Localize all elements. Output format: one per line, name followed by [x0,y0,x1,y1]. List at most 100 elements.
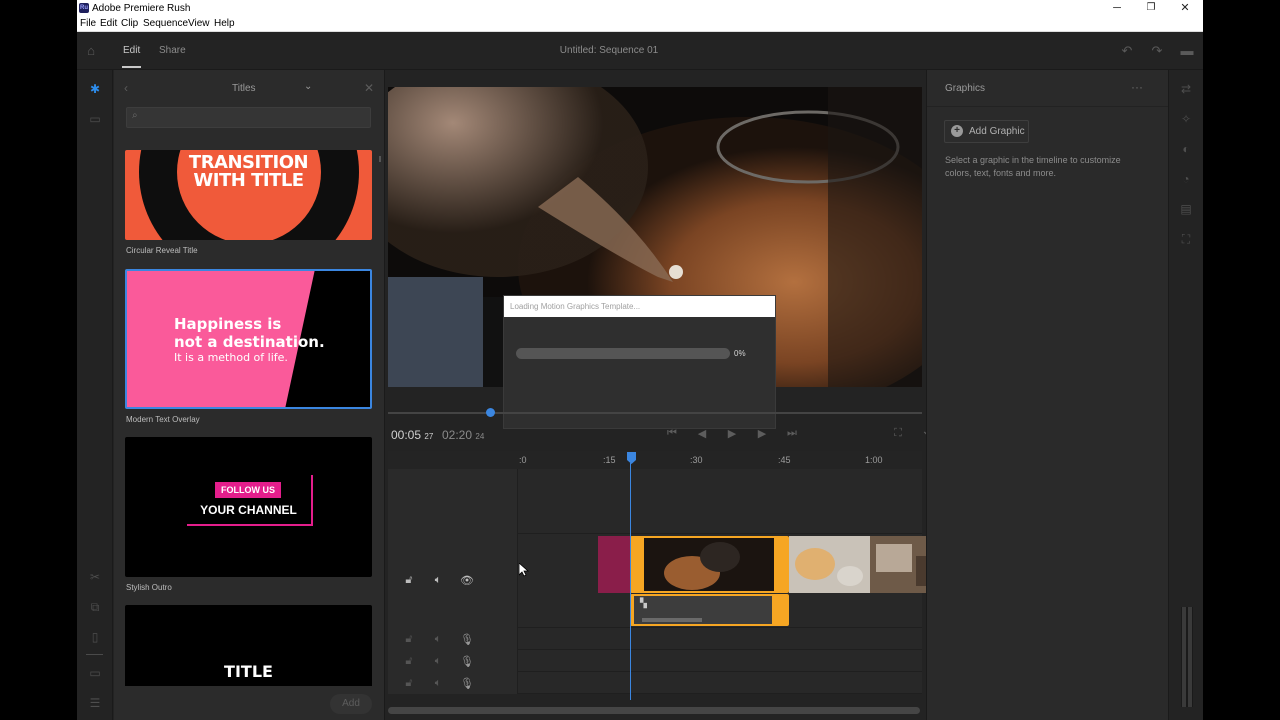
ruler-label: :0 [519,455,527,465]
titles-list-scrollbar[interactable] [379,156,381,162]
editor-center: Loading Motion Graphics Template... 0% 0… [386,70,1000,720]
step-back-icon[interactable]: ◀ [694,427,710,440]
current-timecode: 00:05 27 [391,428,434,442]
speaker-icon[interactable]: 🔈︎ [431,677,445,690]
duration-timecode: 02:20 24 [442,428,485,442]
duplicate-icon[interactable]: ⧉ [85,598,105,616]
menu-view[interactable]: View [188,18,210,29]
microphone-icon[interactable]: 🎙︎ [460,655,474,668]
lock-icon[interactable]: 🔓︎ [402,633,416,646]
transitions-icon[interactable]: ⇄ [1176,80,1196,98]
crop-icon[interactable]: ⛶ [890,427,906,440]
active-tab-indicator [122,66,141,68]
ruler-label: :30 [690,455,703,465]
play-icon[interactable]: ▶ [724,427,740,440]
preview-text: It is a method of life. [174,351,288,364]
step-forward-icon[interactable]: ▶ [754,427,770,440]
screen: Ru Adobe Premiere Rush ─ ❐ ✕ File Edit C… [0,0,1280,720]
microphone-icon[interactable]: 🎙︎ [460,633,474,646]
preview-text: WITH TITLE [193,170,304,191]
minimize-icon[interactable]: ─ [1107,1,1127,15]
titles-panel-header: ‹ Titles ⌄ ✕ [114,70,385,106]
left-tool-rail: ✱ ▭ ✂ ⧉ ▯ ▭ ☰ [77,70,113,720]
add-graphic-button[interactable]: + Add Graphic [944,120,1029,143]
title-clip[interactable] [598,536,630,593]
go-to-end-icon[interactable]: ⏭ [784,427,800,440]
redo-icon[interactable]: ↷ [1148,42,1166,60]
graphics-help-text: Select a graphic in the timeline to cust… [945,155,1121,178]
plus-icon: + [951,125,963,137]
back-chevron-icon[interactable]: ‹ [124,81,128,95]
titles-search-input[interactable] [126,107,371,128]
app-header: ⌂ Edit Share Untitled: Sequence 01 ↶ ↷ ▬ [77,32,1203,70]
menu-file[interactable]: File [80,18,96,29]
transform-icon[interactable]: ⛶ [1176,230,1196,248]
lock-icon[interactable]: 🔓︎ [402,677,416,690]
loading-progress-bar [516,348,730,359]
media-tool-icon[interactable]: ▭ [85,110,105,128]
speaker-icon[interactable]: 🔈︎ [431,655,445,668]
main-track-header: 🔓︎ 🔈︎ 👁︎ [388,534,518,628]
app-logo-icon: Ru [79,3,89,13]
menu-bar: File Edit Clip Sequence View Help [77,17,1203,32]
panel-divider [927,106,1169,107]
mouse-cursor [519,563,529,577]
maximize-icon[interactable]: ❐ [1141,1,1161,15]
menu-edit[interactable]: Edit [100,18,117,29]
menu-sequence[interactable]: Sequence [143,18,188,29]
menu-clip[interactable]: Clip [121,18,138,29]
chevron-down-icon[interactable]: ⌄ [304,81,312,92]
playhead-line [630,463,631,700]
keyboard-icon[interactable]: ▭ [85,664,105,682]
scrubber-track[interactable] [388,412,922,414]
add-title-button[interactable]: Add [330,694,372,714]
audio-track-1-header: 🔓︎ 🔈︎ 🎙︎ [388,628,518,650]
speaker-icon[interactable]: 🔈︎ [431,574,445,587]
audio-level-meter [1181,607,1193,707]
search-icon: ⌕ [132,110,138,121]
title-template-label: Modern Text Overlay [126,415,200,424]
audio-track-3-header: 🔓︎ 🔈︎ 🎙︎ [388,672,518,694]
lock-icon[interactable]: 🔓︎ [402,655,416,668]
title-template-basic-title[interactable]: TITLE [125,605,372,686]
more-options-icon[interactable]: ··· [1131,80,1143,94]
titles-list: TRANSITION WITH TITLE Circular Reveal Ti… [114,150,385,686]
close-icon[interactable]: ✕ [1175,1,1195,15]
video-clip-selected[interactable] [630,536,789,593]
titles-tool-icon[interactable]: ✱ [85,80,105,98]
timeline-ruler[interactable]: :0 :15 :30 :45 1:00 [388,451,922,469]
delete-icon[interactable]: ▯ [85,628,105,646]
title-template-circular-reveal[interactable]: TRANSITION WITH TITLE [125,150,372,240]
microphone-icon[interactable]: 🎙︎ [460,677,474,690]
go-to-start-icon[interactable]: ⏮ [664,427,680,440]
comment-icon[interactable]: ▬ [1178,42,1196,60]
undo-icon[interactable]: ↶ [1118,42,1136,60]
titles-panel-title: Titles [232,83,256,94]
timeline-horizontal-scrollbar[interactable] [388,707,920,714]
close-panel-icon[interactable]: ✕ [364,81,374,95]
loading-percent: 0% [734,349,746,358]
add-graphic-label: Add Graphic [969,126,1025,137]
lock-icon[interactable]: 🔓︎ [402,574,416,587]
color-icon[interactable]: ◐ [1176,140,1196,158]
titles-panel: ‹ Titles ⌄ ✕ ⌕ TRANSITION WITH TITLE Cir… [114,70,385,720]
audio-icon[interactable]: ▤ [1176,200,1196,218]
title-template-stylish-outro[interactable]: FOLLOW US YOUR CHANNEL [125,437,372,577]
list-icon[interactable]: ☰ [85,694,105,712]
video-clip[interactable] [789,536,870,593]
outro-underline [187,524,311,526]
audio-clip-selected[interactable]: ▚ [630,594,789,626]
title-template-modern-text-overlay[interactable]: Happiness is not a destination. It is a … [125,269,372,409]
waveform-icon: ▚ [640,598,647,608]
menu-help[interactable]: Help [214,18,235,29]
scrubber-handle[interactable] [486,408,495,417]
project-title: Untitled: Sequence 01 [559,45,659,56]
rail-divider [86,654,103,655]
playhead-handle[interactable] [626,451,637,465]
eye-icon[interactable]: 👁︎ [460,574,474,587]
speaker-icon[interactable]: 🔈︎ [431,633,445,646]
effects-icon[interactable]: ✧ [1176,110,1196,128]
preview-text: Happiness is [174,315,282,333]
scissors-icon[interactable]: ✂ [85,568,105,586]
speed-icon[interactable]: ◔ [1176,170,1196,188]
